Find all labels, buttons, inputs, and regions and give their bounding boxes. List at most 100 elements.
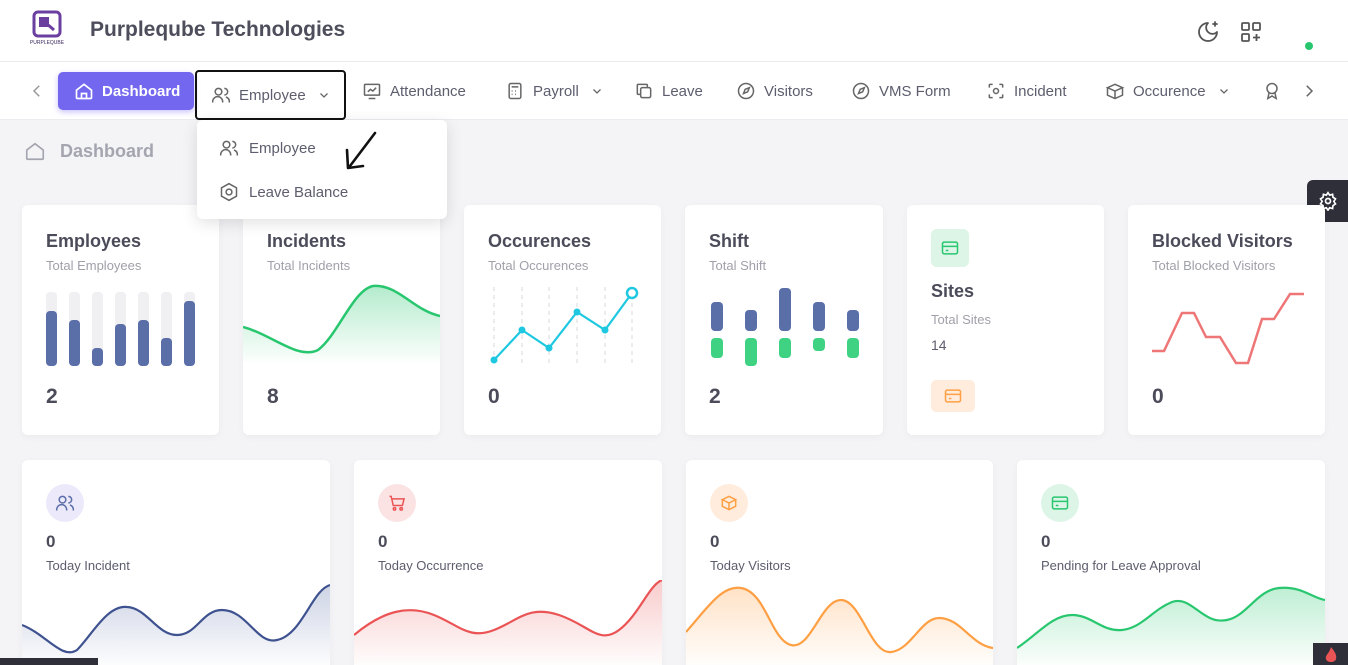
card-subtitle: Total Shift xyxy=(709,258,767,273)
dropdown-item-leave-balance[interactable]: Leave Balance xyxy=(219,179,348,205)
nav-scroll-left-icon[interactable] xyxy=(28,82,46,100)
stat-icon-circle xyxy=(46,484,84,522)
nav-occurence-label: Occurence xyxy=(1133,82,1206,100)
today-occurrence-area-sparkline xyxy=(354,580,662,665)
brand-name: Purpleqube Technologies xyxy=(90,18,346,41)
card-value: 14 xyxy=(931,337,947,353)
online-status-dot xyxy=(1305,42,1313,50)
occurences-card[interactable]: Occurences Total Occurences 0 xyxy=(464,205,661,435)
card-value: 8 xyxy=(267,385,279,408)
nav-attendance[interactable]: Attendance xyxy=(354,72,474,110)
award-icon[interactable] xyxy=(1262,81,1282,101)
compass-icon xyxy=(737,82,755,100)
sites-icon-box xyxy=(931,229,969,267)
occurences-line-sparkline xyxy=(490,286,639,365)
pending-leave-approval-card[interactable]: 0 Pending for Leave Approval xyxy=(1017,460,1325,665)
flame-icon xyxy=(1325,647,1337,662)
box-icon xyxy=(1105,83,1125,100)
today-visitors-card[interactable]: 0 Today Visitors xyxy=(686,460,993,665)
chevron-down-icon xyxy=(1219,89,1228,94)
card-subtitle: Total Blocked Visitors xyxy=(1152,258,1276,273)
card-value: 0 xyxy=(488,385,500,408)
employees-bar-sparkline xyxy=(46,292,195,366)
nav-leave-label: Leave xyxy=(662,82,703,100)
card-title: Sites xyxy=(931,281,975,301)
chart-monitor-icon xyxy=(363,83,381,100)
blocked-visitors-line-sparkline xyxy=(1152,292,1304,365)
moon-star-icon[interactable] xyxy=(1196,20,1220,44)
card-title: Shift xyxy=(709,231,749,251)
nav-incident-label: Incident xyxy=(1014,82,1067,100)
card-value: 2 xyxy=(709,385,721,408)
cart-icon xyxy=(389,495,406,511)
nav-leave[interactable]: Leave xyxy=(626,72,711,110)
users-icon xyxy=(211,87,231,103)
employee-dropdown-menu: Employee Leave Balance xyxy=(197,120,447,219)
breadcrumb: Dashboard xyxy=(24,140,154,162)
chevron-down-icon xyxy=(592,89,601,94)
main-navbar: Dashboard Employee Attendance Payroll Le… xyxy=(0,62,1348,120)
stat-icon-circle xyxy=(710,484,748,522)
shift-card[interactable]: Shift Total Shift 2 xyxy=(685,205,883,435)
card-subtitle: Total Occurences xyxy=(488,258,589,273)
card-title: Occurences xyxy=(488,231,592,251)
employees-card[interactable]: Employees Total Employees 2 xyxy=(22,205,219,435)
home-icon xyxy=(25,142,45,161)
compass-icon xyxy=(852,82,870,100)
nav-employee-label: Employee xyxy=(239,86,306,104)
focus-icon xyxy=(988,83,1004,99)
card-icon xyxy=(941,241,959,255)
card-value: 2 xyxy=(46,385,58,408)
today-occurrence-card[interactable]: 0 Today Occurrence xyxy=(354,460,662,665)
card-title: Blocked Visitors xyxy=(1152,231,1293,251)
card-icon xyxy=(1051,496,1069,510)
annotation-arrow-icon xyxy=(345,131,377,170)
incidents-card[interactable]: Incidents Total Incidents 8 xyxy=(243,205,440,435)
stat-value: 0 xyxy=(710,532,720,551)
nav-attendance-label: Attendance xyxy=(390,82,466,100)
dropdown-item-employee-label: Employee xyxy=(249,139,316,157)
nav-visitors[interactable]: Visitors xyxy=(728,72,821,110)
card-value: 0 xyxy=(1152,385,1164,408)
pending-leave-area-sparkline xyxy=(1017,586,1325,665)
card-subtitle: Total Incidents xyxy=(267,258,351,273)
shift-bar-sparkline xyxy=(711,288,859,366)
card-subtitle: Total Sites xyxy=(931,312,991,327)
status-strip xyxy=(0,658,98,665)
home-icon xyxy=(75,83,93,100)
nav-incident[interactable]: Incident xyxy=(978,72,1075,110)
nav-dashboard[interactable]: Dashboard xyxy=(58,72,195,110)
stat-icon-circle xyxy=(1041,484,1079,522)
card-title: Incidents xyxy=(267,231,347,251)
nav-payroll-label: Payroll xyxy=(533,82,579,100)
stat-label: Today Occurrence xyxy=(378,558,484,573)
today-visitors-area-sparkline xyxy=(686,586,993,665)
top-header: PURPLEQUBE Purpleqube Technologies xyxy=(0,0,1348,62)
hexagon-icon xyxy=(220,182,238,202)
nav-dashboard-label: Dashboard xyxy=(102,82,181,100)
dropdown-item-leave-balance-label: Leave Balance xyxy=(249,183,349,201)
company-logo[interactable]: PURPLEQUBE xyxy=(26,10,68,50)
nav-occurence[interactable]: Occurence xyxy=(1097,72,1238,110)
dropdown-item-employee[interactable]: Employee xyxy=(219,135,316,161)
chevron-down-icon xyxy=(319,93,328,98)
blocked-visitors-card[interactable]: Blocked Visitors Total Blocked Visitors … xyxy=(1128,205,1325,435)
flame-widget[interactable] xyxy=(1313,643,1348,665)
nav-scroll-right-icon[interactable] xyxy=(1300,82,1318,100)
nav-payroll[interactable]: Payroll xyxy=(497,72,611,110)
nav-vms-form[interactable]: VMS Form xyxy=(843,72,959,110)
users-icon xyxy=(55,495,75,511)
today-incident-card[interactable]: 0 Today Incident xyxy=(22,460,330,665)
apps-grid-icon[interactable] xyxy=(1239,20,1263,44)
nav-employee[interactable]: Employee xyxy=(195,70,346,120)
breadcrumb-title: Dashboard xyxy=(60,140,155,161)
card-subtitle: Total Employees xyxy=(46,258,142,273)
stat-value: 0 xyxy=(378,532,388,551)
svg-text:PURPLEQUBE: PURPLEQUBE xyxy=(30,40,65,46)
incidents-area-sparkline xyxy=(243,284,440,365)
stat-label: Today Visitors xyxy=(710,558,791,573)
today-incident-area-sparkline xyxy=(22,583,330,665)
sites-card[interactable]: Sites Total Sites 14 xyxy=(907,205,1104,435)
nav-visitors-label: Visitors xyxy=(764,82,813,100)
box-icon xyxy=(720,495,738,511)
